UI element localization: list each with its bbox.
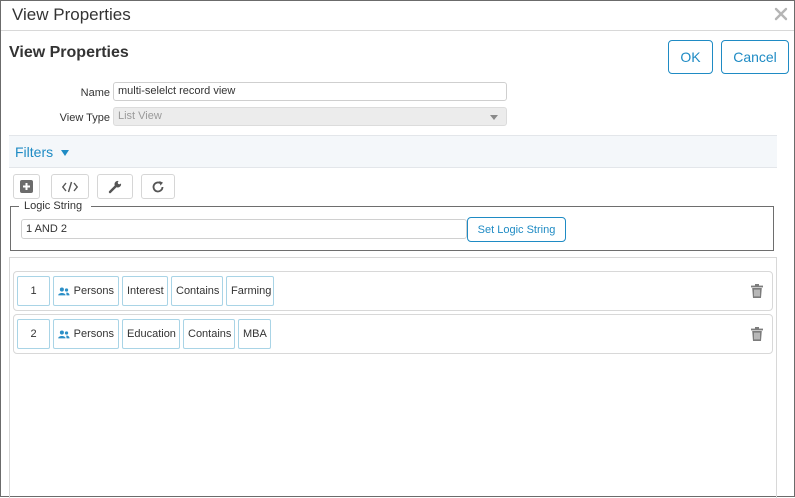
filter-object-label: Persons — [73, 285, 114, 297]
add-filter-button[interactable] — [13, 174, 40, 199]
code-view-button[interactable] — [51, 174, 89, 199]
filter-field-chip[interactable]: Interest — [122, 276, 168, 306]
filter-object-label: Persons — [73, 328, 114, 340]
page-title: View Properties — [9, 44, 129, 61]
persons-icon — [58, 330, 70, 338]
settings-button[interactable] — [97, 174, 133, 199]
filter-value-chip[interactable]: Farming — [226, 276, 274, 306]
caret-down-icon — [61, 150, 69, 156]
window-title: View Properties — [12, 5, 131, 24]
ok-button[interactable]: OK — [668, 40, 713, 74]
trash-icon[interactable] — [751, 327, 763, 341]
wrench-icon — [108, 180, 122, 193]
code-icon — [62, 181, 78, 192]
set-logic-string-button[interactable]: Set Logic String — [467, 217, 566, 242]
chevron-down-icon — [490, 115, 498, 120]
refresh-button[interactable] — [141, 174, 175, 199]
refresh-icon — [152, 180, 164, 192]
name-label: Name — [80, 87, 110, 99]
filters-title: Filters — [15, 144, 54, 160]
filter-index[interactable]: 1 — [17, 276, 50, 306]
filter-rows-list: 1 Persons Interest Contains Farming 2 Pe… — [9, 257, 777, 498]
filter-value-chip[interactable]: MBA — [238, 319, 271, 349]
filter-operator-chip[interactable]: Contains — [183, 319, 235, 349]
filter-operator-chip[interactable]: Contains — [171, 276, 223, 306]
filter-object-chip[interactable]: Persons — [53, 276, 119, 306]
trash-icon[interactable] — [751, 284, 763, 298]
filters-header[interactable]: Filters — [9, 135, 777, 168]
filter-field-chip[interactable]: Education — [122, 319, 180, 349]
filter-row: 2 Persons Education Contains MBA — [13, 314, 773, 354]
filter-object-chip[interactable]: Persons — [53, 319, 119, 349]
close-icon[interactable] — [774, 7, 788, 21]
logic-string-legend: Logic String — [22, 200, 85, 212]
filter-row: 1 Persons Interest Contains Farming — [13, 271, 773, 311]
view-type-select[interactable]: List View — [113, 107, 507, 126]
logic-string-group: Logic String 1 AND 2 Set Logic String — [10, 200, 774, 251]
filter-index[interactable]: 2 — [17, 319, 50, 349]
name-input[interactable]: multi-selelct record view — [113, 82, 507, 101]
persons-icon — [58, 287, 70, 295]
cancel-button[interactable]: Cancel — [721, 40, 789, 74]
view-type-value: List View — [118, 110, 162, 122]
view-type-label: View Type — [59, 112, 110, 124]
dialog-titlebar: View Properties — [1, 1, 794, 31]
logic-string-input[interactable]: 1 AND 2 — [21, 219, 467, 239]
add-icon — [20, 180, 33, 193]
view-properties-dialog: View Properties View Properties OK Cance… — [0, 0, 795, 498]
